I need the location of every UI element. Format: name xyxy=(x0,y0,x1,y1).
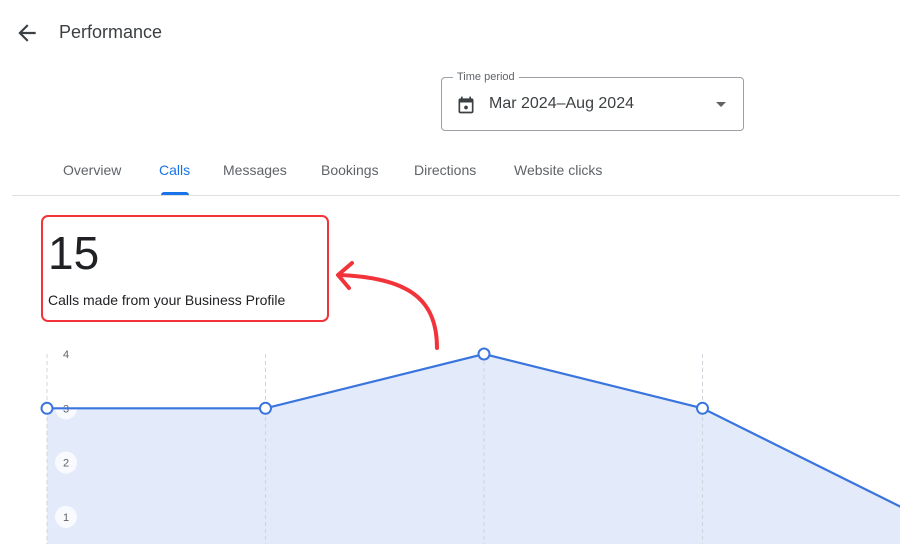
tab-website-clicks[interactable]: Website clicks xyxy=(514,162,602,178)
time-period-select[interactable]: Time period Mar 2024–Aug 2024 xyxy=(441,71,744,131)
chart-area-fill xyxy=(47,354,900,544)
page-title: Performance xyxy=(59,22,163,42)
metric-value: 15 xyxy=(48,227,100,279)
y-tick-label: 4 xyxy=(63,349,69,361)
annotation-arrow-head xyxy=(336,261,354,290)
tab-messages[interactable]: Messages xyxy=(223,162,287,178)
y-tick-label: 1 xyxy=(63,512,69,524)
metric-label: Calls made from your Business Profile xyxy=(48,292,286,308)
calls-chart: 1234 xyxy=(40,347,900,544)
arrow-left-icon xyxy=(18,24,36,42)
chart-data-point xyxy=(696,401,709,415)
metric-highlight-box: 15 Calls made from your Business Profile xyxy=(41,215,329,322)
y-tick-label: 2 xyxy=(63,458,69,470)
time-period-label: Time period xyxy=(453,71,519,83)
tab-overview[interactable]: Overview xyxy=(63,162,121,178)
tab-bookings[interactable]: Bookings xyxy=(321,162,379,178)
tab-bar: Overview Calls Messages Bookings Directi… xyxy=(0,155,900,195)
tab-directions[interactable]: Directions xyxy=(414,162,476,178)
chart-data-point xyxy=(477,347,491,361)
tab-calls[interactable]: Calls xyxy=(159,162,190,178)
chart-data-point xyxy=(40,401,54,415)
caret-down-icon xyxy=(716,102,726,107)
back-button[interactable] xyxy=(14,20,40,46)
time-period-value: Mar 2024–Aug 2024 xyxy=(489,95,634,112)
tabs-divider xyxy=(12,195,900,196)
calendar-icon xyxy=(458,96,474,114)
chart-data-point xyxy=(259,401,272,415)
